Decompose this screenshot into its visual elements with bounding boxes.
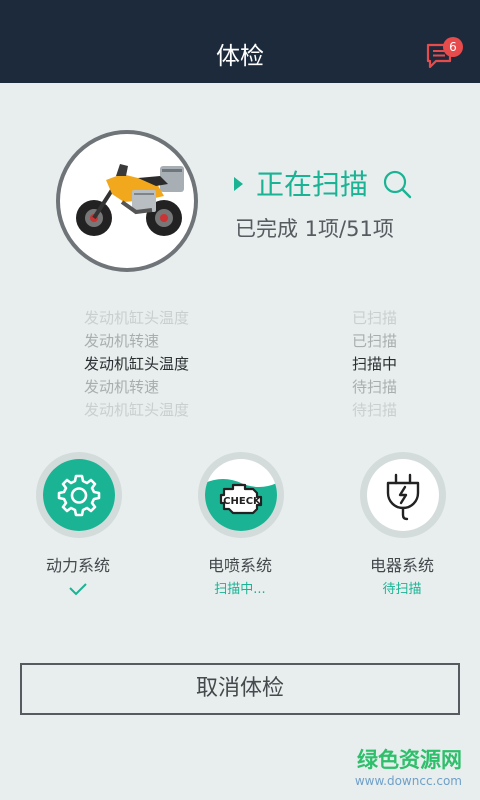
engine-check-icon: CHECK: [219, 483, 263, 515]
scan-item-state: 已扫描: [352, 332, 398, 350]
system-efi[interactable]: CHECK 电喷系统 扫描中...: [180, 452, 300, 602]
check-icon: [69, 583, 87, 596]
system-efi-label: 电喷系统: [207, 556, 272, 575]
page-title: 体检: [216, 42, 264, 70]
scan-item-state: 待扫描: [352, 378, 398, 396]
scan-item-name: 发动机缸头温度: [84, 355, 190, 373]
gear-icon: [57, 474, 101, 517]
scan-item-state: 已扫描: [352, 309, 398, 327]
list-item: 发动机缸头温度 已扫描: [84, 307, 404, 329]
system-electrical-ring: [360, 452, 446, 538]
scan-item-state: 扫描中: [352, 355, 398, 373]
play-icon: [234, 177, 243, 191]
svg-text:CHECK: CHECK: [223, 496, 262, 507]
list-item: 发动机缸头温度 扫描中: [84, 353, 404, 375]
cancel-checkup-button[interactable]: 取消体检: [20, 663, 460, 715]
watermark-text: 绿色资源网: [357, 748, 462, 772]
system-power-label: 动力系统: [45, 556, 110, 575]
list-item: 发动机转速 已扫描: [84, 330, 404, 352]
watermark: 绿色资源网 www.downcc.com: [342, 747, 462, 793]
system-electrical-label: 电器系统: [369, 556, 434, 575]
message-count-badge: 6: [443, 37, 463, 57]
scan-progress: 已完成 1项/51项: [235, 217, 394, 241]
system-efi-ring: CHECK: [198, 452, 284, 538]
list-item: 发动机转速 待扫描: [84, 376, 404, 398]
watermark-url: www.downcc.com: [354, 774, 462, 788]
search-icon: [383, 170, 412, 199]
system-power[interactable]: 动力系统: [18, 452, 138, 602]
system-power-ring: [36, 452, 122, 538]
scan-item-list: 发动机缸头温度 已扫描 发动机转速 已扫描 发动机缸头温度 扫描中 发动机转速 …: [84, 306, 404, 422]
scan-item-name: 发动机转速: [84, 332, 160, 350]
messages-button[interactable]: 6: [423, 36, 463, 74]
system-electrical[interactable]: 电器系统 待扫描: [342, 452, 462, 602]
scan-item-name: 发动机缸头温度: [84, 309, 190, 327]
top-bar: 体检 6: [0, 0, 480, 83]
scan-item-name: 发动机缸头温度: [84, 401, 190, 419]
motorcycle-avatar: [56, 130, 198, 272]
motorcycle-image: [76, 164, 184, 236]
list-item: 发动机缸头温度 待扫描: [84, 399, 404, 421]
system-efi-status: 扫描中...: [214, 582, 266, 597]
system-electrical-status: 待扫描: [382, 582, 422, 597]
scan-item-state: 待扫描: [352, 401, 398, 419]
scan-item-name: 发动机转速: [84, 378, 160, 396]
scan-status-text: 正在扫描: [256, 168, 369, 201]
plug-icon: [386, 473, 420, 521]
